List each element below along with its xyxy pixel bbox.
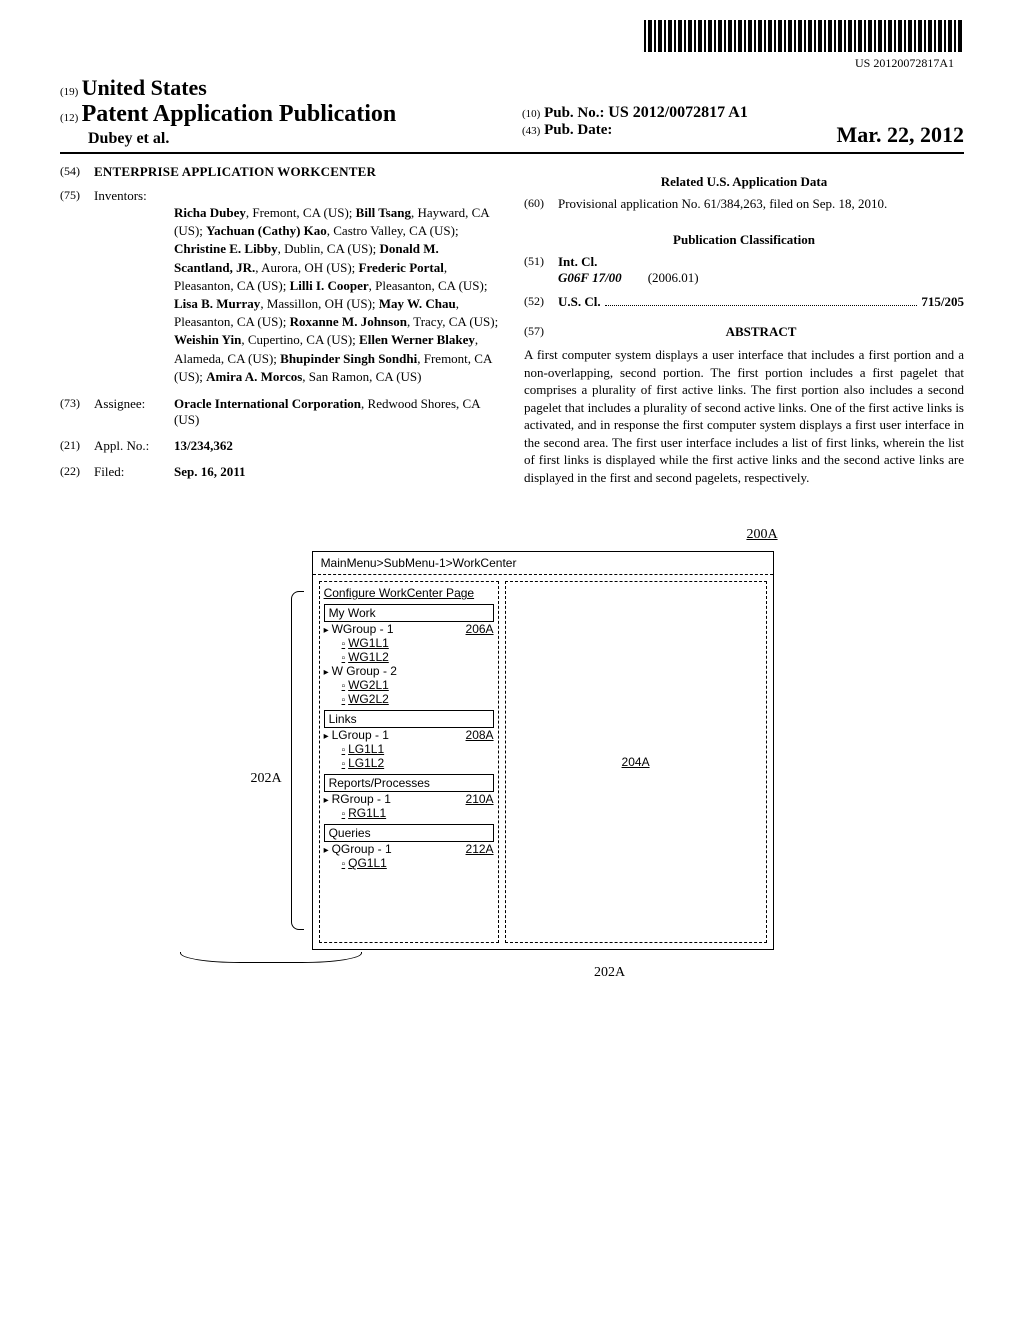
target-area: 204A xyxy=(505,581,767,943)
right-column: Related U.S. Application Data (60) Provi… xyxy=(524,164,964,486)
abstract-text: A first computer system displays a user … xyxy=(524,346,964,486)
pagelet-header-queries: Queries xyxy=(324,824,494,842)
configure-link[interactable]: Configure WorkCenter Page xyxy=(324,586,475,600)
sidebar-pane: Configure WorkCenter Page My Work WGroup… xyxy=(319,581,499,943)
side-brace xyxy=(290,551,304,950)
pagelet-header-mywork: My Work xyxy=(324,604,494,622)
intcl-label: Int. Cl. xyxy=(558,254,597,269)
barcode-graphic xyxy=(644,20,964,52)
code-10: (10) xyxy=(522,108,540,120)
code-51: (51) xyxy=(524,254,558,286)
code-73: (73) xyxy=(60,396,94,428)
inventors-text: Richa Dubey, Fremont, CA (US); Bill Tsan… xyxy=(174,204,500,386)
figure-ref-202a-side: 202A xyxy=(250,551,281,787)
barcode-area: US 20120072817A1 xyxy=(60,20,964,71)
pagelet-header-links: Links xyxy=(324,710,494,728)
pub-date-label: Pub. Date: xyxy=(544,122,612,138)
uscl-label: U.S. Cl. xyxy=(558,294,601,310)
group-rgroup1[interactable]: RGroup - 1 xyxy=(324,792,391,806)
ref-206a: 206A xyxy=(466,622,494,636)
code-60: (60) xyxy=(524,196,558,212)
inventors-label: Inventors: xyxy=(94,188,174,204)
related-heading: Related U.S. Application Data xyxy=(524,174,964,190)
left-column: (54) ENTERPRISE APPLICATION WORKCENTER (… xyxy=(60,164,500,486)
link-lg1l2[interactable]: LG1L2 xyxy=(342,756,385,770)
link-wg2l1[interactable]: WG2L1 xyxy=(342,678,389,692)
code-12: (12) xyxy=(60,112,78,124)
code-43: (43) xyxy=(522,125,540,137)
code-52: (52) xyxy=(524,294,558,310)
figure-ref-200a: 200A xyxy=(746,527,777,543)
pub-no-value: US 2012/0072817 A1 xyxy=(608,104,748,121)
applno-label: Appl. No.: xyxy=(94,438,174,454)
pagelet-header-reports: Reports/Processes xyxy=(324,774,494,792)
group-wgroup1[interactable]: WGroup - 1 xyxy=(324,622,394,636)
header-row: (19) United States (12) Patent Applicati… xyxy=(60,75,964,154)
filed-label: Filed: xyxy=(94,464,174,480)
authors-line: Dubey et al. xyxy=(60,130,502,148)
link-wg2l2[interactable]: WG2L2 xyxy=(342,692,389,706)
workcenter-frame: MainMenu>SubMenu-1>WorkCenter Configure … xyxy=(312,551,774,950)
link-rg1l1[interactable]: RG1L1 xyxy=(342,806,387,820)
link-wg1l2[interactable]: WG1L2 xyxy=(342,650,389,664)
filed-value: Sep. 16, 2011 xyxy=(174,464,246,479)
ref-212a: 212A xyxy=(466,842,494,856)
assignee-value: Oracle International Corporation, Redwoo… xyxy=(174,396,500,428)
code-21: (21) xyxy=(60,438,94,454)
figure-ref-202a-bottom: 202A xyxy=(255,965,964,981)
applno-value: 13/234,362 xyxy=(174,438,233,453)
pub-no-label: Pub. No.: xyxy=(544,105,604,121)
country: United States xyxy=(82,75,207,100)
group-lgroup1[interactable]: LGroup - 1 xyxy=(324,728,389,742)
assignee-label: Assignee: xyxy=(94,396,174,428)
biblio-columns: (54) ENTERPRISE APPLICATION WORKCENTER (… xyxy=(60,164,964,486)
under-brace xyxy=(180,952,362,963)
ref-210a: 210A xyxy=(466,792,494,806)
intcl-date: (2006.01) xyxy=(648,270,699,285)
group-qgroup1[interactable]: QGroup - 1 xyxy=(324,842,392,856)
publication-type: Patent Application Publication xyxy=(82,101,397,127)
figure-area: 200A 202A MainMenu>SubMenu-1>WorkCenter … xyxy=(60,526,964,981)
breadcrumb: MainMenu>SubMenu-1>WorkCenter xyxy=(313,552,773,575)
classification-heading: Publication Classification xyxy=(524,232,964,248)
link-qg1l1[interactable]: QG1L1 xyxy=(342,856,387,870)
related-text: Provisional application No. 61/384,263, … xyxy=(558,196,964,212)
dotted-leader xyxy=(605,295,918,306)
barcode-text: US 20120072817A1 xyxy=(60,56,954,71)
inventors-value xyxy=(174,188,500,204)
code-19: (19) xyxy=(60,86,78,98)
abstract-heading: ABSTRACT xyxy=(558,324,964,340)
code-54: (54) xyxy=(60,164,94,180)
invention-title: ENTERPRISE APPLICATION WORKCENTER xyxy=(94,164,376,180)
code-75: (75) xyxy=(60,188,94,204)
code-22: (22) xyxy=(60,464,94,480)
ref-208a: 208A xyxy=(466,728,494,742)
group-wgroup2[interactable]: W Group - 2 xyxy=(324,664,397,678)
intcl-code: G06F 17/00 xyxy=(558,270,622,285)
code-57: (57) xyxy=(524,324,558,340)
pub-date-value: Mar. 22, 2012 xyxy=(836,122,964,148)
uscl-value: 715/205 xyxy=(921,294,964,310)
link-lg1l1[interactable]: LG1L1 xyxy=(342,742,385,756)
ref-204a: 204A xyxy=(622,755,650,769)
link-wg1l1[interactable]: WG1L1 xyxy=(342,636,389,650)
